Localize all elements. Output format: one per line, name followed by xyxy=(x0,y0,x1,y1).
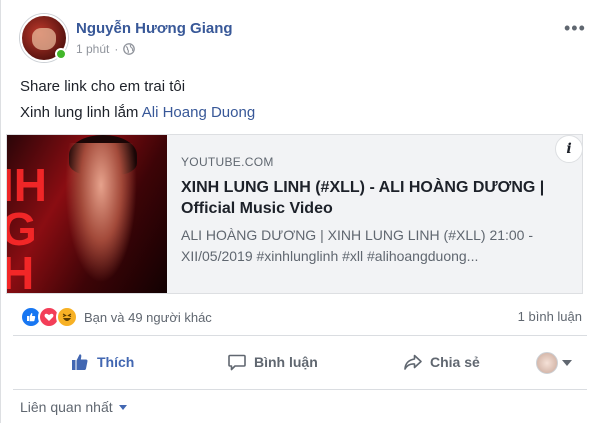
meta-separator: · xyxy=(114,42,119,56)
comment-label: Bình luận xyxy=(254,354,318,370)
globe-icon[interactable] xyxy=(123,43,136,55)
post-text-line-1: Share link cho em trai tôi xyxy=(20,78,186,95)
like-button[interactable]: Thích xyxy=(70,350,134,374)
online-status-dot xyxy=(55,48,67,60)
haha-reaction-icon xyxy=(56,306,78,328)
mention-link[interactable]: Ali Hoang Duong xyxy=(142,104,255,121)
info-icon[interactable]: i xyxy=(555,135,583,163)
post-text-prefix: Xinh lung linh lắm xyxy=(20,104,139,121)
comment-sort-label: Liên quan nhất xyxy=(20,399,113,415)
comment-button[interactable]: Bình luận xyxy=(227,350,318,374)
reactions-text[interactable]: Bạn và 49 người khác xyxy=(84,310,212,325)
post-meta: 1 phút · xyxy=(76,42,136,56)
thumbnail-letters: IH G H xyxy=(7,159,47,293)
post-text-line-2: Xinh lung linh lắm Ali Hoang Duong xyxy=(20,104,255,121)
video-thumbnail[interactable]: IH G H xyxy=(7,135,167,293)
like-label: Thích xyxy=(97,354,135,370)
post-card: Nguyễn Hương Giang 1 phút · ••• Share li… xyxy=(0,0,600,423)
divider xyxy=(13,335,587,336)
share-icon xyxy=(404,354,422,370)
post-time[interactable]: 1 phút xyxy=(76,42,109,56)
author-name[interactable]: Nguyễn Hương Giang xyxy=(76,20,233,37)
comment-count[interactable]: 1 bình luận xyxy=(518,309,582,324)
link-title[interactable]: XINH LUNG LINH (#XLL) - ALI HOÀNG DƯƠNG … xyxy=(181,177,561,219)
link-preview-body[interactable]: YOUTUBE.COM XINH LUNG LINH (#XLL) - ALI … xyxy=(181,135,571,293)
comment-sort-dropdown[interactable]: Liên quan nhất xyxy=(20,399,127,415)
share-button[interactable]: Chia sẻ xyxy=(403,350,480,374)
reactions-summary[interactable]: Bạn và 49 người khác xyxy=(20,306,212,328)
thumbs-up-icon xyxy=(72,354,88,370)
chevron-down-icon xyxy=(118,404,127,410)
link-preview-card[interactable]: IH G H YOUTUBE.COM XINH LUNG LINH (#XLL) -… xyxy=(6,134,583,294)
divider xyxy=(13,389,587,390)
chevron-down-icon xyxy=(562,360,572,366)
share-label: Chia sẻ xyxy=(430,354,480,370)
comment-icon xyxy=(228,354,246,371)
link-description: ALI HOÀNG DƯƠNG | XINH LUNG LINH (#XLL) … xyxy=(181,227,534,264)
link-domain: YOUTUBE.COM xyxy=(181,155,274,169)
mini-avatar xyxy=(536,352,558,374)
more-options-icon[interactable]: ••• xyxy=(564,18,586,39)
react-as-selector[interactable] xyxy=(536,352,572,374)
